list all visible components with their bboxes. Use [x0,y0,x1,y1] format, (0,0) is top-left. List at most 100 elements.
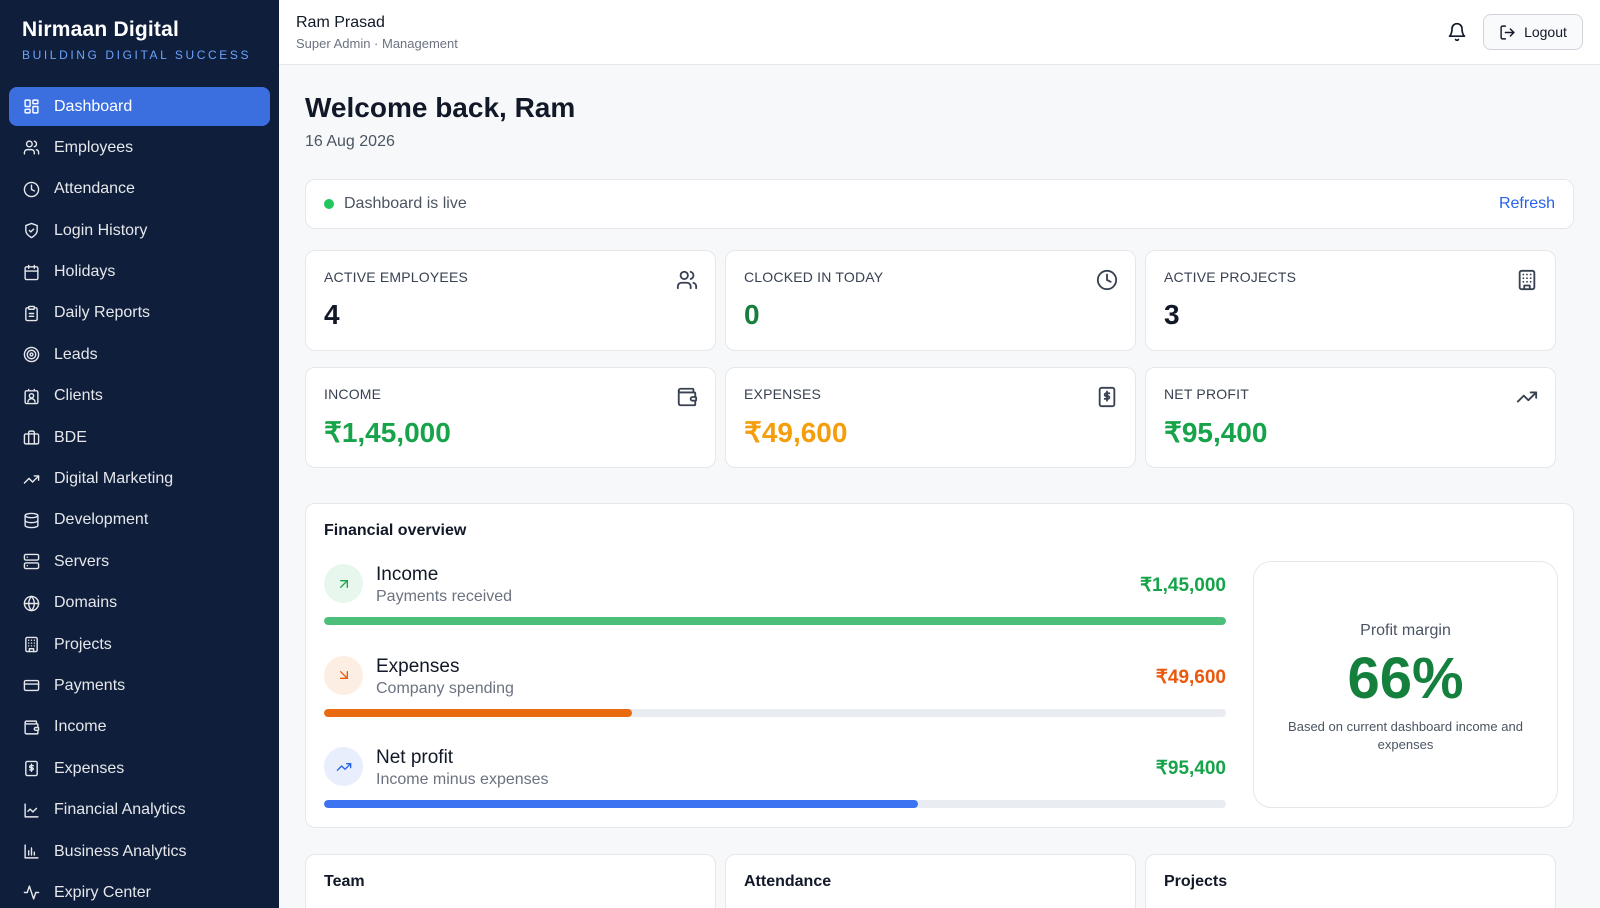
progress-fill [324,800,918,808]
progress-track [324,800,1226,808]
sidebar-item-employees[interactable]: Employees [9,128,270,167]
sidebar-item-label: Holidays [54,263,116,281]
sidebar-item-payments[interactable]: Payments [9,666,270,705]
contact-icon [24,388,39,405]
sidebar-item-label: Servers [54,552,110,570]
user-name: Ram Prasad [296,14,385,31]
sidebar-item-label: Expiry Center [54,883,151,901]
sidebar-item-dashboard[interactable]: Dashboard [9,87,270,126]
sidebar-item-label: Projects [54,635,112,653]
stat-card-income: Income ₹1,45,000 [305,367,716,468]
top-bar: Ram Prasad Super Admin · Management Logo… [279,0,1600,65]
page-title: Welcome back, Ram [305,92,576,123]
server-icon [23,554,40,570]
sidebar-item-label: Attendance [54,180,135,198]
financial-row-name: Income [376,564,439,585]
bottom-card-team: Team [305,854,716,908]
target-icon [23,347,40,363]
sidebar-item-projects[interactable]: Projects [9,625,270,664]
sidebar-item-label: Daily Reports [54,304,151,322]
stat-card-clocked-in-today: Clocked in today 0 [725,250,1136,351]
sidebar-item-attendance[interactable]: Attendance [9,170,270,209]
stat-label: Expenses [744,386,822,402]
database-icon [24,512,39,529]
users-icon [23,140,40,155]
trend-up-icon [23,474,40,484]
calendar-icon [24,264,39,280]
stat-card-expenses: Expenses ₹49,600 [725,367,1136,468]
financial-row-subtitle: Payments received [376,588,513,605]
stat-value: ₹49,600 [744,417,848,448]
bell-icon[interactable] [1447,22,1467,42]
sidebar-item-financial-analytics[interactable]: Financial Analytics [9,791,270,830]
financial-row-subtitle: Income minus expenses [376,771,549,788]
trend-up-icon [1516,391,1538,403]
bottom-card-title: Team [324,873,365,890]
activity-icon [23,885,40,901]
sidebar-item-label: Dashboard [54,97,133,115]
grid-icon [24,99,39,114]
clock-icon [1096,269,1118,291]
sidebar-item-holidays[interactable]: Holidays [9,253,270,292]
sidebar-item-leads[interactable]: Leads [9,335,270,374]
brand: Nirmaan Digital BUILDING DIGITAL SUCCESS [0,0,279,82]
stat-value: 0 [744,299,760,330]
sidebar-item-daily-reports[interactable]: Daily Reports [9,294,270,333]
stat-value: 4 [324,299,340,330]
clipboard-icon [25,305,38,322]
progress-track [324,708,1226,717]
sidebar-item-domains[interactable]: Domains [9,584,270,623]
sidebar-item-digital-marketing[interactable]: Digital Marketing [9,460,270,499]
sidebar-item-expenses[interactable]: Expenses [9,749,270,788]
sidebar-item-label: Leads [54,345,98,363]
sidebar-item-label: Business Analytics [54,842,187,860]
bottom-card-projects: Projects [1145,854,1556,908]
line-chart-icon [24,803,39,818]
stat-card-active-projects: Active Projects 3 [1145,250,1556,351]
live-status-bar: Dashboard is live Refresh [305,179,1574,229]
stat-label: Active Projects [1164,269,1297,285]
sidebar-item-label: Financial Analytics [54,801,186,819]
financial-row-net-profit: Net profit Income minus expenses ₹95,400 [324,747,1226,817]
financial-overview-card: Financial overview Income Payments receiv… [305,503,1574,828]
stat-label: Net Profit [1164,386,1249,402]
progress-track [324,617,1226,625]
live-indicator-dot [324,199,334,209]
stat-label: Active Employees [324,269,469,285]
sidebar-item-development[interactable]: Development [9,501,270,540]
stat-label: Clocked in today [744,269,884,285]
brand-tagline: BUILDING DIGITAL SUCCESS [22,48,252,62]
financial-row-amount: ₹1,45,000 [1139,575,1226,596]
wallet-icon [677,387,698,407]
stat-card-active-employees: Active Employees 4 [305,250,716,351]
financial-row-name: Expenses [376,655,460,677]
sidebar-item-label: Digital Marketing [54,470,174,488]
shield-icon [25,222,38,239]
sidebar-item-label: Income [54,718,107,736]
profit-margin-panel: Profit margin 66% Based on current dashb… [1253,561,1558,808]
sidebar-item-expiry-center[interactable]: Expiry Center [9,873,270,908]
sidebar-item-income[interactable]: Income [9,708,270,747]
sidebar-item-business-analytics[interactable]: Business Analytics [9,832,270,871]
refresh-button[interactable]: Refresh [1499,195,1555,213]
sidebar-item-label: Employees [54,138,134,156]
progress-fill [324,708,633,717]
sidebar-nav: Dashboard Employees Attendance Login Histor… [0,82,279,908]
logout-button[interactable]: Logout [1483,14,1583,50]
sidebar-item-clients[interactable]: Clients [9,377,270,416]
bar-chart-icon [24,844,39,859]
sidebar: Nirmaan Digital BUILDING DIGITAL SUCCESS… [0,0,279,908]
trend-up-icon [336,762,351,771]
credit-card-icon [23,680,40,692]
clock-icon [23,181,40,198]
financial-row-amount: ₹95,400 [1155,758,1226,779]
stat-card-net-profit: Net Profit ₹95,400 [1145,367,1556,468]
sidebar-item-servers[interactable]: Servers [9,542,270,581]
sidebar-item-login-history[interactable]: Login History [9,211,270,250]
users-icon [676,270,698,290]
sidebar-item-bde[interactable]: BDE [9,418,270,457]
brand-name: Nirmaan Digital [22,18,180,41]
stat-value: 3 [1164,299,1180,330]
sidebar-item-label: Clients [54,387,103,405]
financial-row-subtitle: Company spending [376,679,514,697]
